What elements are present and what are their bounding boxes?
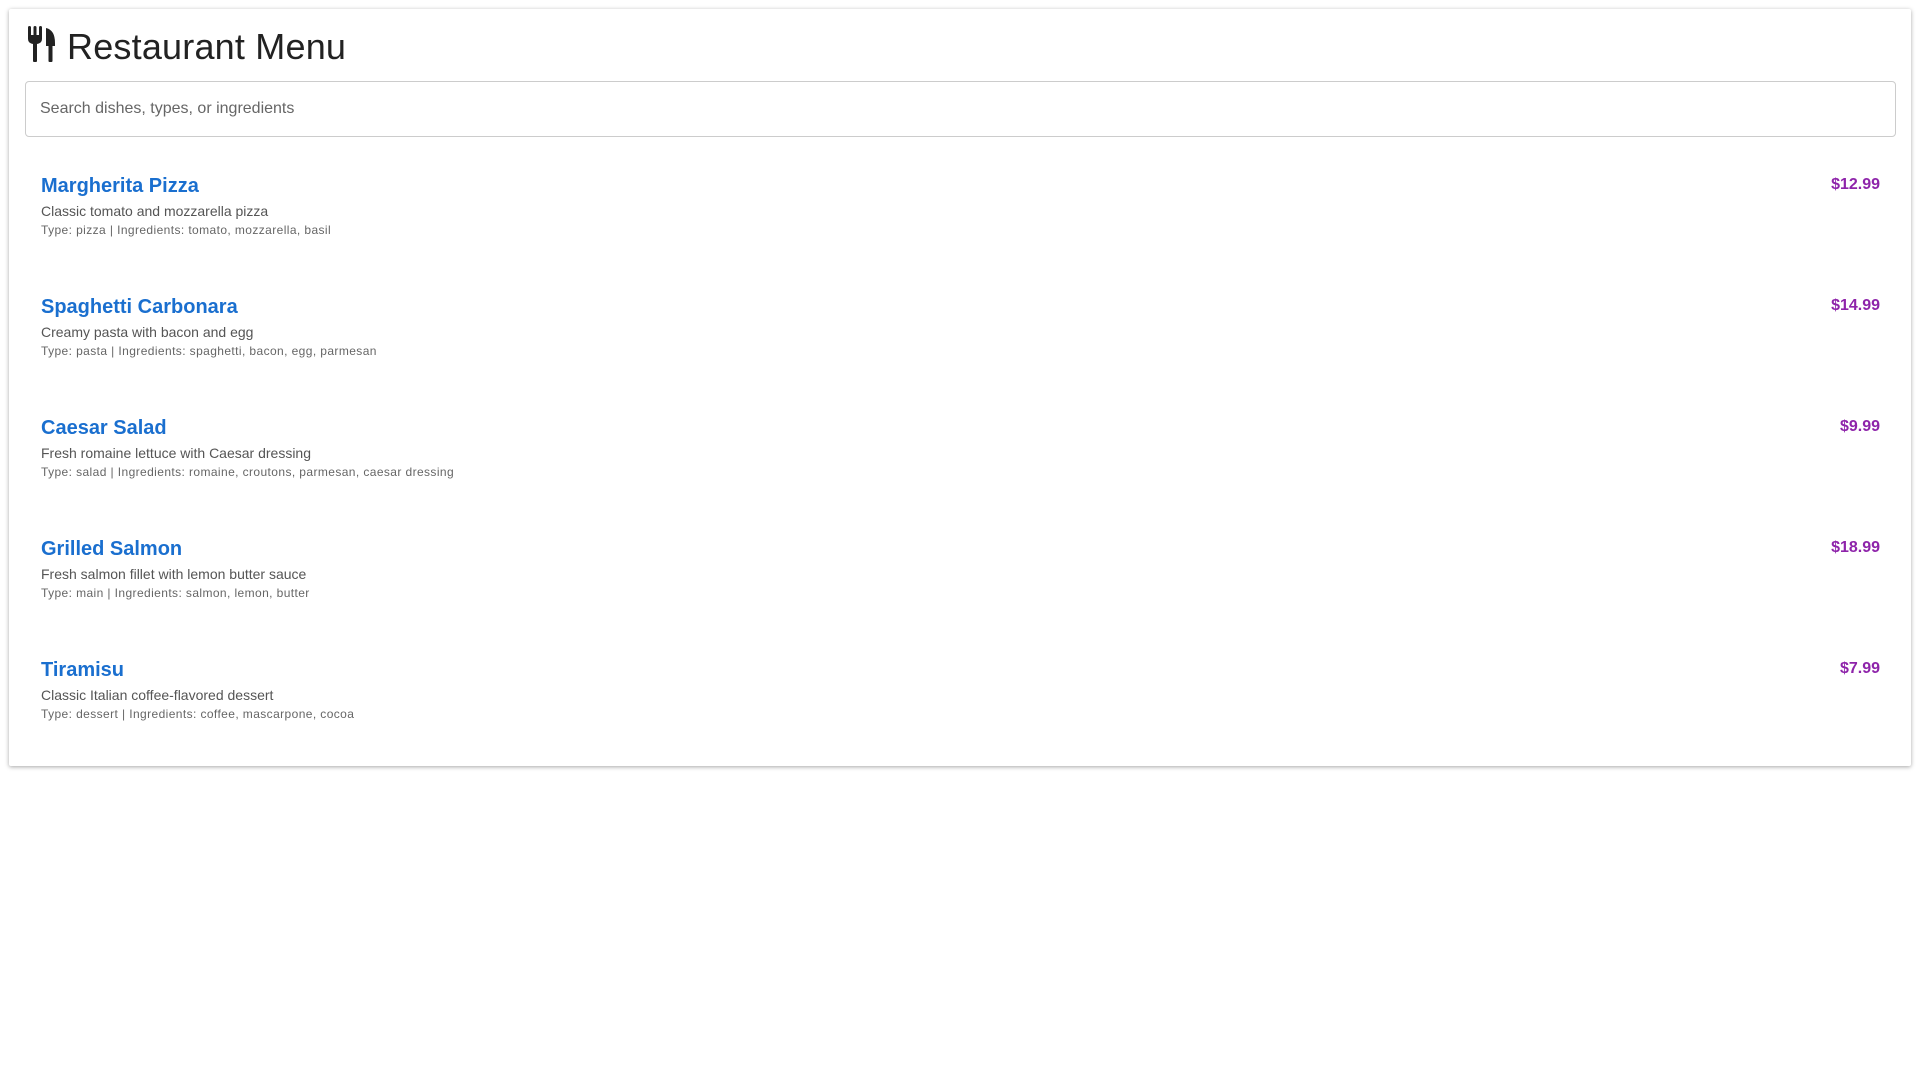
- menu-list: Margherita Pizza Classic tomato and mozz…: [25, 159, 1896, 764]
- search-input[interactable]: [25, 81, 1896, 137]
- item-price: $14.99: [1831, 297, 1880, 314]
- item-price: $18.99: [1831, 539, 1880, 556]
- item-price: $9.99: [1839, 418, 1880, 435]
- item-name[interactable]: Caesar Salad: [41, 416, 1880, 440]
- item-price: $7.99: [1839, 660, 1880, 677]
- menu-item-grilled-salmon[interactable]: Grilled Salmon Fresh salmon fillet with …: [25, 522, 1896, 643]
- item-meta: Type: pizza | Ingredients: tomato, mozza…: [41, 223, 332, 237]
- item-description: Fresh romaine lettuce with Caesar dressi…: [41, 445, 312, 461]
- page-title: Restaurant Menu: [67, 26, 347, 67]
- item-meta: Type: salad | Ingredients: romaine, crou…: [41, 465, 455, 479]
- item-description: Creamy pasta with bacon and egg: [41, 324, 254, 340]
- menu-card: Restaurant Menu Margherita Pizza Classic…: [9, 9, 1911, 766]
- item-meta: Type: main | Ingredients: salmon, lemon,…: [41, 586, 310, 600]
- item-description: Fresh salmon fillet with lemon butter sa…: [41, 566, 307, 582]
- menu-item-margherita-pizza[interactable]: Margherita Pizza Classic tomato and mozz…: [25, 159, 1896, 280]
- item-description: Classic tomato and mozzarella pizza: [41, 203, 269, 219]
- item-meta: Type: pasta | Ingredients: spaghetti, ba…: [41, 344, 377, 358]
- menu-item-caesar-salad[interactable]: Caesar Salad Fresh romaine lettuce with …: [25, 401, 1896, 522]
- item-name[interactable]: Margherita Pizza: [41, 174, 1880, 198]
- item-name[interactable]: Spaghetti Carbonara: [41, 295, 1880, 319]
- utensils-icon: [26, 26, 56, 62]
- item-name[interactable]: Grilled Salmon: [41, 537, 1880, 561]
- page-header: Restaurant Menu: [26, 23, 346, 71]
- item-meta: Type: dessert | Ingredients: coffee, mas…: [41, 707, 355, 721]
- menu-item-tiramisu[interactable]: Tiramisu Classic Italian coffee-flavored…: [25, 643, 1896, 764]
- item-description: Classic Italian coffee-flavored dessert: [41, 687, 274, 703]
- item-price: $12.99: [1831, 176, 1880, 193]
- menu-item-spaghetti-carbonara[interactable]: Spaghetti Carbonara Creamy pasta with ba…: [25, 280, 1896, 401]
- item-name[interactable]: Tiramisu: [41, 658, 1880, 682]
